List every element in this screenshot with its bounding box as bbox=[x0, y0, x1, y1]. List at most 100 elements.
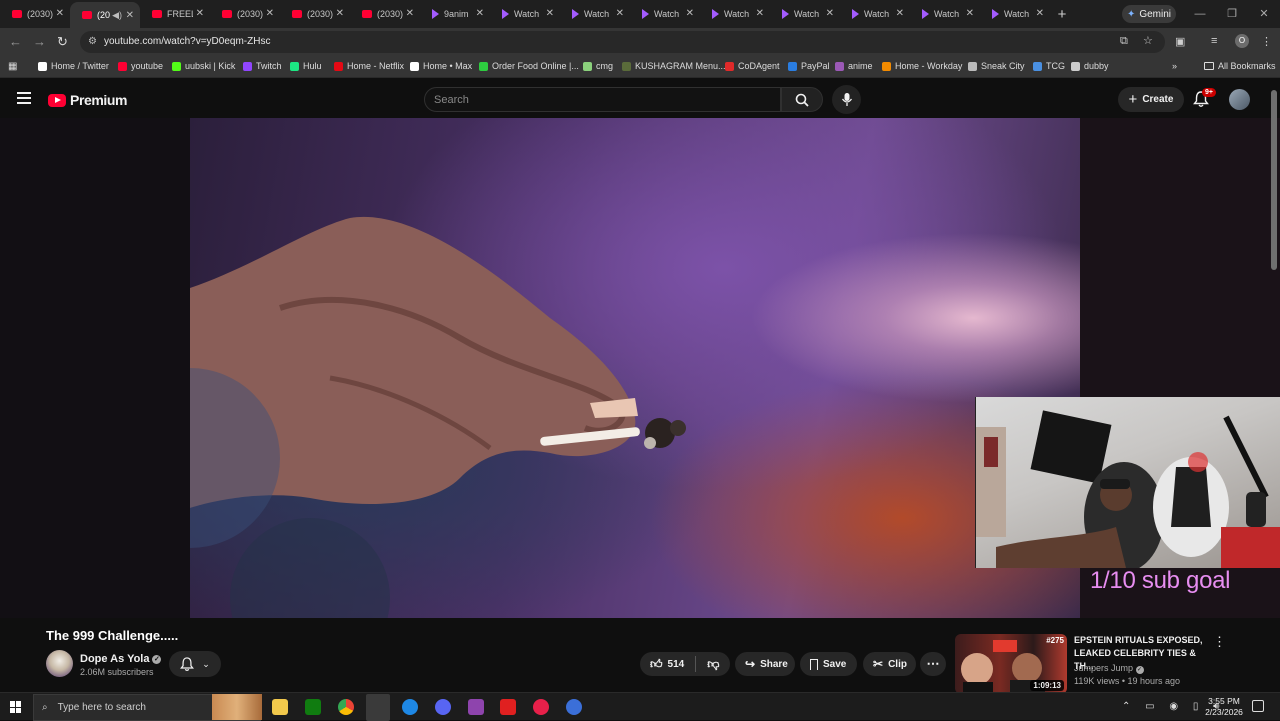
browser-tab[interactable]: (20 ◀) ✕ bbox=[70, 2, 140, 28]
voice-search-button[interactable] bbox=[832, 85, 861, 114]
tab-close-icon[interactable]: ✕ bbox=[826, 8, 834, 19]
tab-close-icon[interactable]: ✕ bbox=[266, 8, 274, 19]
bookmark-item[interactable]: Home - Workday bbox=[882, 61, 962, 71]
bookmark-item[interactable]: cmg bbox=[583, 61, 613, 71]
tab-close-icon[interactable]: ✕ bbox=[896, 8, 904, 19]
tab-close-icon[interactable]: ✕ bbox=[546, 8, 554, 19]
tab-close-icon[interactable]: ✕ bbox=[756, 8, 764, 19]
tab-close-icon[interactable]: ✕ bbox=[406, 8, 414, 19]
red-app-icon[interactable] bbox=[500, 699, 516, 715]
more-actions-button[interactable]: ⋯ bbox=[920, 652, 946, 676]
browser-tab[interactable]: (2030) ✕ bbox=[350, 0, 420, 28]
tab-close-icon[interactable]: ✕ bbox=[616, 8, 624, 19]
reload-icon[interactable]: ↻ bbox=[57, 34, 68, 50]
active-app-chrome-icon[interactable] bbox=[366, 694, 390, 721]
bookmark-item[interactable]: TCG bbox=[1033, 61, 1065, 71]
bookmark-item[interactable]: Home - Netflix bbox=[334, 61, 404, 71]
url-text[interactable]: youtube.com/watch?v=yD0eqm-ZHsc bbox=[104, 36, 270, 47]
bookmark-item[interactable]: uubski | Kick bbox=[172, 61, 235, 71]
tab-close-icon[interactable]: ✕ bbox=[196, 8, 204, 19]
browser-tab[interactable]: (2030) ✕ bbox=[0, 0, 70, 28]
save-button[interactable]: Save bbox=[800, 652, 857, 676]
chrome-icon[interactable] bbox=[338, 699, 354, 715]
edge-icon[interactable] bbox=[402, 699, 418, 715]
browser-tab[interactable]: FREEL✕ bbox=[140, 0, 210, 28]
browser-tab[interactable]: Watch ✕ bbox=[490, 0, 560, 28]
media-controls-icon[interactable]: ≡ bbox=[1211, 35, 1217, 47]
blue-app-icon[interactable] bbox=[566, 699, 582, 715]
tab-close-icon[interactable]: ✕ bbox=[336, 8, 344, 19]
page-scrollbar[interactable] bbox=[1271, 90, 1277, 270]
channel-name[interactable]: Dope As Yola bbox=[80, 653, 149, 665]
xbox-icon[interactable] bbox=[305, 699, 321, 715]
video-frame[interactable] bbox=[190, 118, 1080, 618]
gemini-button[interactable]: ✦ Gemini bbox=[1122, 5, 1176, 23]
close-window-icon[interactable]: ✕ bbox=[1248, 0, 1280, 28]
bookmark-item[interactable]: Order Food Online |... bbox=[479, 61, 579, 71]
recommended-channel-name[interactable]: Jumpers Jump ✓ bbox=[1074, 663, 1144, 674]
taskbar-clock[interactable]: 3:55 PM 2/23/2026 bbox=[1202, 696, 1246, 718]
tab-close-icon[interactable]: ✕ bbox=[1036, 8, 1044, 19]
tab-audio-icon[interactable]: ◀) bbox=[112, 10, 122, 21]
file-explorer-icon[interactable] bbox=[272, 699, 288, 715]
recommended-more-icon[interactable]: ⋮ bbox=[1213, 634, 1226, 650]
address-bar[interactable]: ⚙ youtube.com/watch?v=yD0eqm-ZHsc ⧉ ☆ bbox=[80, 31, 1165, 53]
thumbs-up-icon[interactable]: 👍︎ bbox=[650, 657, 663, 672]
like-count[interactable]: 514 bbox=[668, 659, 685, 670]
channel-name-row[interactable]: Dope As Yola ✓ bbox=[80, 653, 162, 665]
new-tab-button[interactable]: + bbox=[1050, 6, 1074, 23]
bookmark-item[interactable]: anime bbox=[835, 61, 873, 71]
windows-start-icon[interactable] bbox=[10, 701, 22, 713]
browser-tab[interactable]: Watch ✕ bbox=[980, 0, 1050, 28]
more-bookmarks-chevron-icon[interactable]: » bbox=[1172, 61, 1177, 71]
browser-tab[interactable]: Watch ✕ bbox=[630, 0, 700, 28]
minimize-icon[interactable]: — bbox=[1184, 0, 1216, 28]
apps-grid-icon[interactable]: ▦ bbox=[8, 61, 17, 72]
notification-center-icon[interactable] bbox=[1252, 700, 1264, 712]
bookmark-item[interactable]: PayPal bbox=[788, 61, 830, 71]
tab-close-icon[interactable]: ✕ bbox=[476, 8, 484, 19]
bookmark-item[interactable]: Twitch bbox=[243, 61, 282, 71]
restore-icon[interactable]: ❐ bbox=[1216, 0, 1248, 28]
discord-icon[interactable] bbox=[435, 699, 451, 715]
site-info-icon[interactable]: ⚙ bbox=[88, 36, 97, 47]
bookmark-item[interactable]: CoDAgent bbox=[725, 61, 780, 71]
account-avatar[interactable] bbox=[1229, 89, 1250, 110]
subscription-notification-button[interactable]: ⌄ bbox=[169, 651, 221, 677]
thumbs-down-icon[interactable]: 👎︎ bbox=[707, 657, 719, 672]
media-player-icon[interactable] bbox=[533, 699, 549, 715]
browser-tab[interactable]: Watch ✕ bbox=[560, 0, 630, 28]
all-bookmarks-button[interactable]: All Bookmarks bbox=[1204, 61, 1276, 71]
browser-tab[interactable]: (2030) ✕ bbox=[210, 0, 280, 28]
browser-tab[interactable]: Watch ✕ bbox=[840, 0, 910, 28]
video-player[interactable]: 1/10 sub goal bbox=[0, 118, 1280, 618]
browser-tab[interactable]: Watch ✕ bbox=[700, 0, 770, 28]
browser-tab[interactable]: (2030) ✕ bbox=[280, 0, 350, 28]
chrome-menu-icon[interactable]: ⋮ bbox=[1261, 35, 1272, 48]
game-controller-icon[interactable] bbox=[468, 699, 484, 715]
hamburger-menu-icon[interactable] bbox=[17, 92, 31, 107]
recommended-video-thumbnail[interactable]: #275 1:09:13 bbox=[955, 634, 1067, 694]
tab-close-icon[interactable]: ✕ bbox=[966, 8, 974, 19]
tab-close-icon[interactable]: ✕ bbox=[56, 8, 64, 19]
bookmark-item[interactable]: KUSHAGRAM Menu... bbox=[622, 61, 726, 71]
bookmark-star-icon[interactable]: ☆ bbox=[1143, 34, 1153, 47]
search-input[interactable] bbox=[425, 88, 780, 111]
browser-tab[interactable]: Watch ✕ bbox=[770, 0, 840, 28]
bookmark-item[interactable]: Home / Twitter bbox=[38, 61, 109, 71]
youtube-logo[interactable]: Premium bbox=[48, 92, 128, 108]
bookmark-item[interactable]: youtube bbox=[118, 61, 163, 71]
forward-arrow-icon[interactable]: → bbox=[33, 34, 46, 49]
clip-button[interactable]: ✂ Clip bbox=[863, 652, 916, 676]
install-app-icon[interactable]: ⧉ bbox=[1120, 35, 1128, 48]
back-arrow-icon[interactable]: ← bbox=[9, 34, 22, 49]
browser-tab[interactable]: Watch ✕ bbox=[910, 0, 980, 28]
channel-avatar[interactable] bbox=[46, 650, 73, 677]
create-button[interactable]: + Create bbox=[1118, 87, 1184, 112]
recommended-channel-label[interactable]: Jumpers Jump bbox=[1074, 663, 1133, 673]
bookmark-item[interactable]: Home • Max bbox=[410, 61, 472, 71]
share-button[interactable]: ↪ Share bbox=[735, 652, 795, 676]
side-panel-icon[interactable]: ▣ bbox=[1175, 35, 1185, 48]
bookmark-item[interactable]: Sneak City bbox=[968, 61, 1025, 71]
tab-close-icon[interactable]: ✕ bbox=[686, 8, 694, 19]
